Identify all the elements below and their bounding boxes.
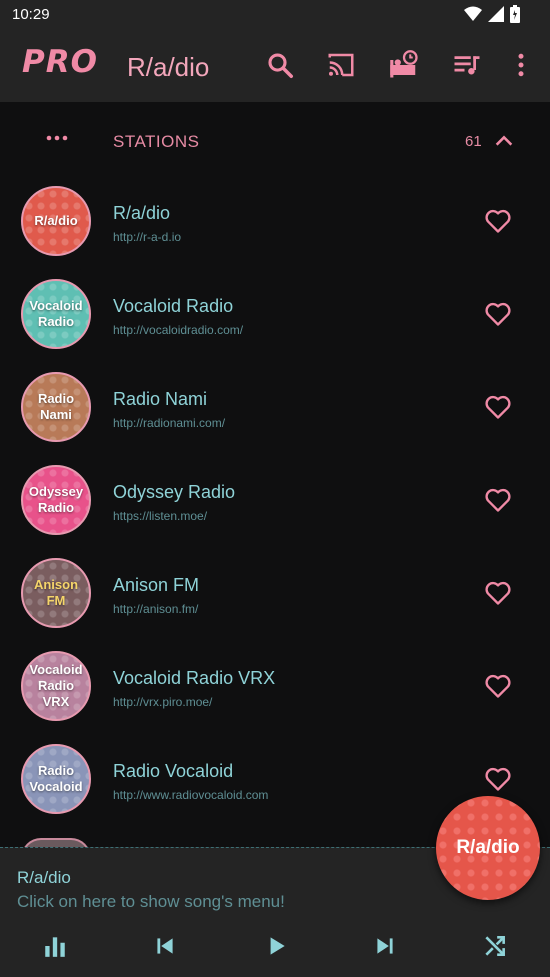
- more-options-icon[interactable]: [506, 50, 536, 80]
- skip-next-icon[interactable]: [372, 933, 398, 959]
- station-avatar-text: Anison FM: [33, 577, 79, 608]
- favorite-heart-icon[interactable]: [484, 487, 512, 513]
- station-url: https://listen.moe/: [113, 509, 208, 523]
- stations-label: STATIONS: [113, 132, 200, 151]
- equalizer-icon[interactable]: [42, 933, 68, 959]
- player-subtitle[interactable]: Click on here to show song's menu!: [17, 892, 285, 912]
- station-url: http://radionami.com/: [113, 416, 226, 430]
- station-name: R/a/dio: [113, 203, 171, 223]
- station-row[interactable]: Odyssey Radio Odyssey Radio https://list…: [0, 453, 550, 546]
- station-avatar-text: R/a/dio: [34, 213, 78, 228]
- stations-header: STATIONS 61: [0, 102, 550, 178]
- skip-previous-icon[interactable]: [152, 933, 178, 959]
- station-row[interactable]: Anison FM Anison FM http://anison.fm/: [0, 546, 550, 639]
- status-time: 10:29: [12, 6, 50, 23]
- status-bar: 10:29: [0, 0, 550, 30]
- station-row[interactable]: Vocaloid Radio VRX Vocaloid Radio VRX ht…: [0, 639, 550, 732]
- station-avatar: Radio Vocaloid: [21, 744, 91, 814]
- station-row[interactable]: Radio Nami Radio Nami http://radionami.c…: [0, 360, 550, 453]
- pro-logo: PRO: [22, 44, 98, 80]
- now-playing-fab[interactable]: R/a/dio: [436, 796, 540, 900]
- station-name: Vocaloid Radio VRX: [113, 668, 276, 688]
- station-avatar: R/a/dio: [21, 186, 91, 256]
- chevron-up-icon[interactable]: [493, 130, 515, 152]
- station-avatar-text: Odyssey Radio: [28, 484, 84, 515]
- sleep-timer-icon[interactable]: [389, 50, 419, 80]
- more-horizontal-icon[interactable]: [44, 128, 70, 148]
- favorite-heart-icon[interactable]: [484, 580, 512, 606]
- station-name: Radio Vocaloid: [113, 761, 234, 781]
- favorite-heart-icon[interactable]: [484, 208, 512, 234]
- app-bar: PRO R/a/dio: [0, 30, 550, 102]
- station-row[interactable]: R/a/dio R/a/dio http://r-a-d.io: [0, 174, 550, 267]
- station-name: Vocaloid Radio: [113, 296, 234, 316]
- signal-icon: [488, 6, 504, 22]
- search-icon[interactable]: [265, 50, 295, 80]
- wifi-icon: [464, 6, 482, 21]
- station-avatar: Odyssey Radio: [21, 465, 91, 535]
- station-url: http://anison.fm/: [113, 602, 199, 616]
- favorite-heart-icon[interactable]: [484, 673, 512, 699]
- cast-icon[interactable]: [326, 50, 356, 80]
- app-title: R/a/dio: [127, 52, 210, 82]
- station-avatar: Vocaloid Radio: [21, 279, 91, 349]
- station-row[interactable]: Vocaloid Radio Vocaloid Radio http://voc…: [0, 267, 550, 360]
- station-url: http://vrx.piro.moe/: [113, 695, 213, 709]
- station-avatar: Radio Nami: [21, 372, 91, 442]
- queue-music-icon[interactable]: [452, 50, 482, 80]
- station-avatar-text: Vocaloid Radio: [29, 298, 83, 329]
- station-url: http://r-a-d.io: [113, 230, 182, 244]
- station-avatar: Anison FM: [21, 558, 91, 628]
- station-url: http://vocaloidradio.com/: [113, 323, 244, 337]
- station-url: http://www.radiovocaloid.com: [113, 788, 269, 802]
- stations-count: 61: [465, 133, 482, 150]
- play-icon[interactable]: [263, 933, 289, 959]
- station-avatar-text: Radio Nami: [37, 391, 75, 422]
- station-name: Odyssey Radio: [113, 482, 236, 502]
- fab-label: R/a/dio: [456, 837, 520, 858]
- favorite-heart-icon[interactable]: [484, 766, 512, 792]
- station-name: Radio Nami: [113, 389, 208, 409]
- station-name: Anison FM: [113, 575, 200, 595]
- player-title: R/a/dio: [17, 868, 71, 887]
- station-avatar: Vocaloid Radio VRX: [21, 651, 91, 721]
- favorite-heart-icon[interactable]: [484, 394, 512, 420]
- station-avatar-text: Radio Vocaloid: [29, 763, 83, 794]
- shuffle-icon[interactable]: [482, 933, 508, 959]
- battery-icon: [510, 5, 520, 23]
- station-avatar-text: Vocaloid Radio VRX: [29, 662, 83, 709]
- favorite-heart-icon[interactable]: [484, 301, 512, 327]
- station-list: R/a/dio R/a/dio http://r-a-d.io Vocaloid…: [0, 174, 550, 825]
